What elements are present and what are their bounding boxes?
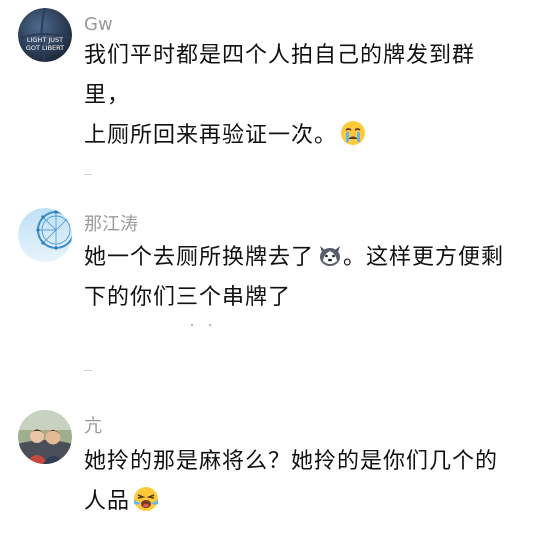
- decorative-dot: [209, 324, 211, 326]
- divider: [84, 174, 92, 175]
- decorative-dot: [191, 324, 193, 326]
- comment-text-line-1: 她拎的那是麻将么？她拎的是你们几个的: [84, 449, 499, 474]
- husky-dog-emoji: [317, 242, 343, 268]
- comment-text-line-2: 人品: [84, 482, 514, 522]
- comment-item-1: LIGHT JUST GOT LIBERT Gw 我们平时都是四个人拍自己的牌发…: [0, 0, 533, 190]
- comment-item-2: 那江涛 她一个去厕所换牌去了 。这样更方便剩 下的你们三个串牌了: [0, 190, 533, 400]
- comment-text: 她拎的那是麻将么？她拎的是你们几个的 人品: [84, 442, 514, 522]
- loudly-crying-face-emoji: [133, 486, 159, 512]
- ferris-wheel-avatar[interactable]: [18, 208, 72, 262]
- comment-text-line-1-tail: 。这样更方便剩: [343, 245, 505, 270]
- svg-text:GOT LIBERT: GOT LIBERT: [26, 44, 64, 52]
- couple-photo-avatar[interactable]: [18, 410, 72, 464]
- comment-text-line-2: 上厕所回来再验证一次。: [84, 116, 514, 156]
- crying-face-emoji: [340, 120, 366, 146]
- comment-text-line-2-text: 人品: [84, 489, 131, 514]
- comment-text-line-1-head: 她一个去厕所换牌去了: [84, 245, 315, 270]
- comment-text-line-1: 她一个去厕所换牌去了 。这样更方便剩: [84, 238, 514, 278]
- comment-text-line-2: 下的你们三个串牌了: [84, 285, 292, 310]
- comment-text: 我们平时都是四个人拍自己的牌发到群里， 上厕所回来再验证一次。: [84, 36, 514, 156]
- comment-username[interactable]: 那江涛: [84, 214, 138, 236]
- comment-text-line-1: 我们平时都是四个人拍自己的牌发到群里，: [84, 43, 476, 108]
- divider: [84, 370, 92, 371]
- comment-item-3: 亢 她拎的那是麻将么？她拎的是你们几个的 人品: [0, 400, 533, 538]
- comment-text: 她一个去厕所换牌去了 。这样更方便剩 下的你们三个串牌了: [84, 238, 514, 318]
- comment-username[interactable]: 亢: [84, 416, 102, 438]
- comment-text-line-2-text: 上厕所回来再验证一次。: [84, 123, 338, 148]
- svg-text:LIGHT JUST: LIGHT JUST: [27, 36, 63, 44]
- comment-username[interactable]: Gw: [84, 14, 113, 36]
- comment-feed: { "comments": [ { "username": "Gw", "ava…: [0, 0, 533, 538]
- basketball-avatar[interactable]: LIGHT JUST GOT LIBERT: [18, 8, 72, 62]
